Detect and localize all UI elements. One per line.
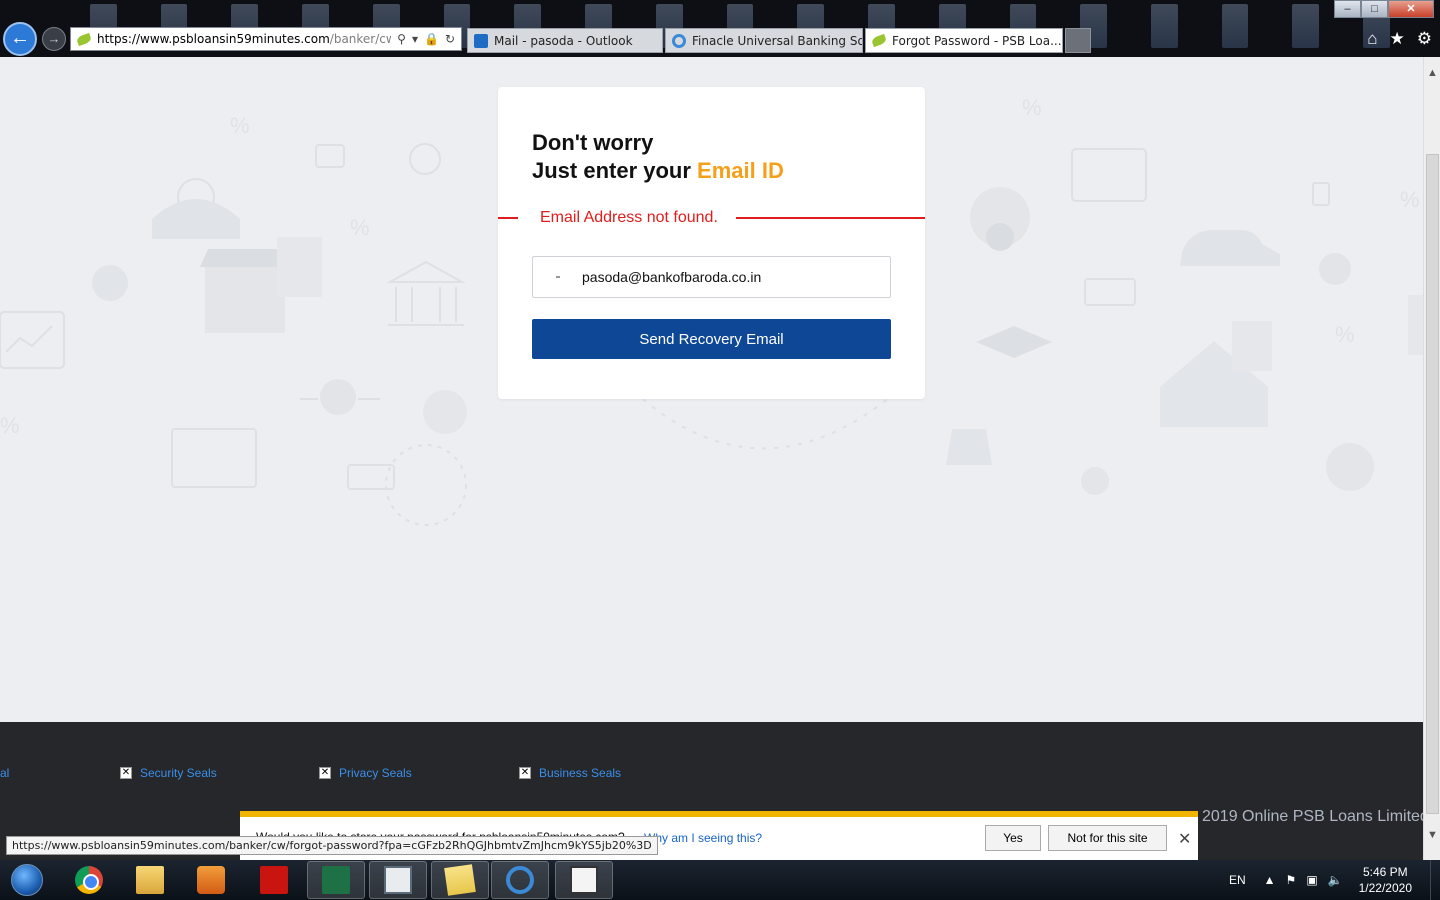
forgot-password-card: Don't worry Just enter your Email ID Ema… — [498, 87, 925, 399]
dropdown-arrow-icon[interactable]: ▾ — [412, 32, 418, 46]
tab-forgot-password[interactable]: Forgot Password - PSB Loa... ✕ — [865, 28, 1063, 53]
ie-icon — [672, 33, 686, 48]
internet-explorer-icon — [506, 866, 534, 894]
taskbar-acrobat[interactable] — [245, 861, 303, 899]
vertical-scrollbar[interactable]: ▲ ▼ — [1423, 57, 1440, 860]
heading-line-1: Don't worry — [532, 130, 654, 155]
start-button[interactable] — [5, 860, 49, 900]
document-window-icon — [384, 866, 412, 894]
taskbar-chrome[interactable] — [60, 861, 118, 899]
search-icon[interactable]: ⚲ — [397, 32, 406, 46]
scroll-up-icon[interactable]: ▲ — [1424, 67, 1440, 79]
settings-gear-icon[interactable]: ⚙ — [1417, 29, 1432, 49]
taskbar-excel[interactable] — [307, 861, 365, 899]
taskbar-document-window[interactable] — [369, 861, 427, 899]
volume-icon[interactable]: 🔈 — [1328, 873, 1343, 887]
svg-text:%: % — [350, 215, 370, 240]
taskbar-media-player[interactable] — [182, 861, 240, 899]
error-divider-left — [498, 217, 518, 219]
scroll-down-icon[interactable]: ▼ — [1424, 829, 1440, 841]
save-password-yes-button[interactable]: Yes — [985, 825, 1041, 851]
excel-icon — [322, 866, 350, 894]
taskbar-sticky-notes[interactable] — [431, 861, 489, 899]
acrobat-icon — [260, 866, 288, 894]
email-input[interactable] — [582, 269, 872, 285]
home-icon[interactable]: ⌂ — [1367, 29, 1377, 49]
copyright-text: 2019 Online PSB Loans Limited — [1202, 808, 1423, 825]
windows-taskbar: EN ▲ ⚑ ▣ 🔈 5:46 PM 1/22/2020 — [0, 860, 1440, 900]
error-message: Email Address not found. — [540, 209, 718, 226]
svg-text:%: % — [1022, 95, 1042, 120]
broken-image-icon: ✕ — [319, 767, 331, 779]
windows-logo-icon — [11, 864, 43, 896]
error-divider-right — [736, 217, 925, 219]
language-indicator[interactable]: EN — [1229, 873, 1246, 887]
clock-time: 5:46 PM — [1362, 865, 1408, 879]
outlook-icon — [474, 33, 488, 48]
svg-text:%: % — [230, 113, 250, 138]
error-banner: Email Address not found. — [498, 205, 925, 231]
file-explorer-icon — [136, 866, 164, 894]
send-recovery-email-button[interactable]: Send Recovery Email — [532, 319, 891, 359]
clock-date: 1/22/2020 — [1358, 881, 1412, 895]
address-url[interactable]: https://www.psbloansin59minutes.com/bank… — [97, 32, 391, 46]
svg-text:%: % — [0, 413, 20, 438]
why-seeing-this-link[interactable]: Why am I seeing this? — [644, 831, 762, 845]
back-button[interactable]: ← — [3, 22, 37, 56]
svg-text:%: % — [1335, 322, 1355, 347]
address-bar[interactable]: https://www.psbloansin59minutes.com/bank… — [70, 27, 462, 51]
new-tab-button[interactable] — [1065, 28, 1091, 53]
broken-image-icon: ✕ — [120, 767, 132, 779]
show-hidden-icons-icon[interactable]: ▲ — [1264, 873, 1276, 887]
not-for-this-site-button[interactable]: Not for this site — [1048, 825, 1167, 851]
taskbar-clock[interactable]: 5:46 PM 1/22/2020 — [1359, 864, 1412, 896]
close-notification-icon[interactable]: ✕ — [1178, 829, 1191, 849]
site-favicon-icon — [75, 32, 93, 46]
action-center-flag-icon[interactable]: ⚑ — [1286, 873, 1297, 887]
network-icon[interactable]: ▣ — [1306, 873, 1317, 887]
footer-link-partial[interactable]: al — [0, 766, 9, 780]
chrome-icon — [75, 866, 103, 894]
tab-finacle[interactable]: Finacle Universal Banking Solu... — [665, 28, 863, 53]
show-desktop-button[interactable] — [1430, 860, 1440, 900]
minimize-button[interactable]: – — [1334, 0, 1361, 18]
psb-leaf-icon — [870, 33, 888, 48]
email-field-container[interactable] — [532, 256, 891, 298]
svg-text:%: % — [1400, 187, 1420, 212]
email-icon — [556, 276, 560, 278]
security-seals-link[interactable]: ✕ Security Seals — [120, 766, 217, 780]
form-heading: Don't worry Just enter your Email ID — [532, 129, 784, 185]
system-tray: EN ▲ ⚑ ▣ 🔈 5:46 PM 1/22/2020 — [1229, 860, 1440, 900]
page-content: %%% %%% % Don't worry Just enter your Em… — [0, 57, 1423, 722]
lock-icon[interactable]: 🔒 — [424, 32, 439, 46]
browser-titlebar: ← → https://www.psbloansin59minutes.com/… — [0, 0, 1440, 57]
refresh-icon[interactable]: ↻ — [445, 32, 455, 46]
privacy-seals-link[interactable]: ✕ Privacy Seals — [319, 766, 412, 780]
tab-outlook-mail[interactable]: Mail - pasoda - Outlook — [467, 28, 663, 53]
scrollbar-thumb[interactable] — [1426, 154, 1439, 814]
heading-accent: Email ID — [697, 158, 784, 183]
business-seals-link[interactable]: ✕ Business Seals — [519, 766, 621, 780]
media-player-icon — [197, 866, 225, 894]
sticky-notes-icon — [444, 864, 476, 896]
status-bar-url: https://www.psbloansin59minutes.com/bank… — [6, 836, 658, 855]
taskbar-internet-explorer[interactable] — [491, 861, 549, 899]
taskbar-app-window[interactable] — [555, 861, 613, 899]
taskbar-file-explorer[interactable] — [121, 861, 179, 899]
app-window-icon — [570, 866, 598, 894]
broken-image-icon: ✕ — [519, 767, 531, 779]
restore-button[interactable]: □ — [1361, 0, 1388, 18]
favorites-star-icon[interactable]: ★ — [1390, 29, 1405, 49]
heading-line-2: Just enter your Email ID — [532, 158, 784, 183]
close-window-button[interactable]: ✕ — [1388, 0, 1434, 18]
forward-button[interactable]: → — [42, 27, 66, 51]
